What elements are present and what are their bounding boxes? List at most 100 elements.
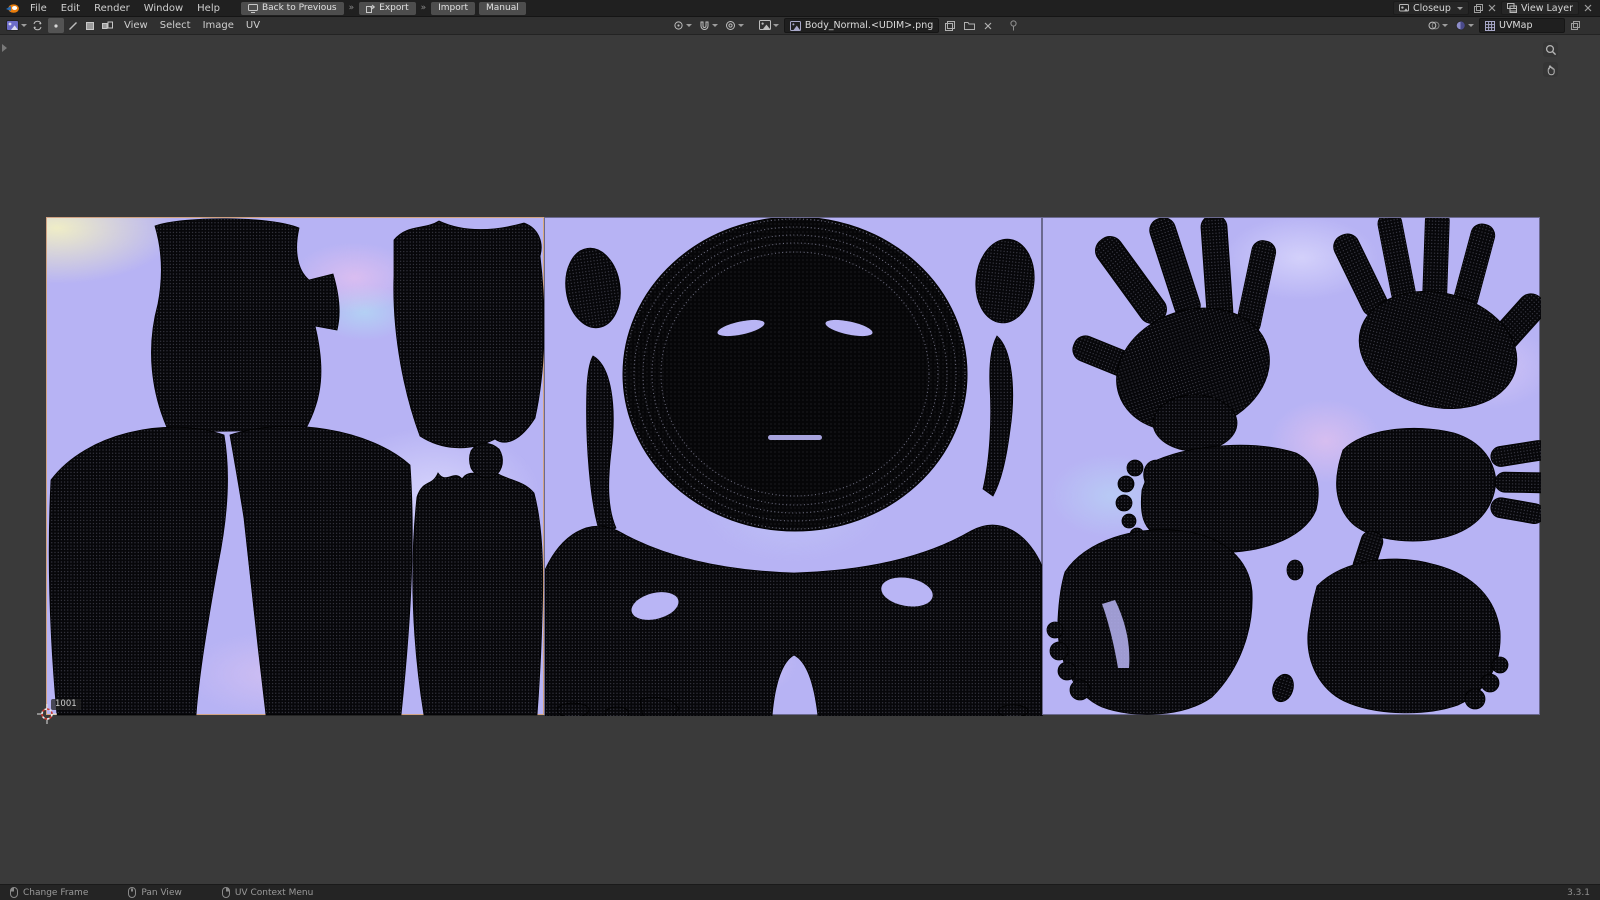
chevron-down-icon [685,24,692,27]
chevron-down-icon [1456,6,1463,10]
back-to-previous-button[interactable]: Back to Previous [240,1,344,15]
zoom-icon[interactable] [1543,42,1558,57]
uv-islands-head [545,218,1043,716]
udim-tile-1002[interactable] [544,217,1043,716]
menu-uv[interactable]: UV [240,20,266,31]
menu-file[interactable]: File [23,3,54,14]
view-layer-selector[interactable]: View Layer [1500,1,1579,15]
browse-image-button[interactable] [757,18,781,33]
image-name: Body_Normal.<UDIM>.png [804,20,934,31]
new-image-button[interactable] [942,18,958,33]
status-change-frame: Change Frame [10,887,88,898]
topbar-menus: File Edit Render Window Help [23,3,227,14]
topbar-right: Closeup View Layer [1393,1,1600,15]
pan-hand-icon[interactable] [1543,62,1558,77]
pivot-point-button[interactable] [671,18,694,33]
workspace-separator: » [348,3,355,13]
uv-island-bit [556,702,590,716]
uv-island-hand-left [1072,218,1277,452]
uv-editor-header: View Select Image UV Body_Normal.<UDIM>.… [0,17,1600,35]
menu-view[interactable]: View [118,20,154,31]
remove-view-layer-icon[interactable] [1584,4,1592,12]
uv-island-hand-side-right [1336,427,1541,577]
uv-island-foot-bottom-left [1046,529,1253,715]
vertex-select-icon [51,21,61,31]
uv-island-scalp-band [545,524,1043,716]
uv-islands-hands-feet [1046,218,1541,715]
cursor-2d [37,704,57,724]
uvmap-copy-button[interactable] [1568,18,1584,33]
uv-island-bit [1272,673,1294,703]
header-right: UVMap [1426,18,1596,33]
region-expand-icon[interactable] [2,44,7,52]
menu-image[interactable]: Image [197,20,240,31]
import-label: Import [438,3,468,13]
export-icon [366,4,376,13]
uv-island-leg-left [48,426,228,716]
uv-sync-toggle[interactable] [29,18,45,33]
display-channels-button[interactable] [1453,18,1476,33]
export-button[interactable]: Export [359,1,416,15]
blender-logo-icon[interactable] [5,3,20,14]
scene-selector[interactable]: Closeup [1393,1,1469,15]
pin-image-button[interactable] [1005,18,1021,33]
open-folder-icon [963,21,975,30]
mouse-left-icon [10,887,18,898]
image-icon [789,20,801,31]
pivot-icon [673,20,684,31]
uv-island-hand-right [1333,218,1541,409]
uv-island-leg-right [229,425,413,716]
uv-island-small [469,442,503,479]
menu-help[interactable]: Help [190,3,227,14]
canvas-tools [1543,42,1558,77]
uvmap-name: UVMap [1498,20,1533,31]
overlay-icon [1428,20,1440,31]
open-image-button[interactable] [961,18,977,33]
menu-edit[interactable]: Edit [54,3,87,14]
editor-type-icon [6,20,19,31]
scene-name: Closeup [1413,2,1451,14]
island-select-button[interactable] [99,18,115,33]
menu-window[interactable]: Window [137,3,190,14]
face-select-button[interactable] [82,18,98,33]
uv-canvas[interactable]: 1001 [0,36,1600,884]
uv-island-foot-bottom-right [1307,558,1509,714]
unlink-scene-icon[interactable] [1488,4,1496,12]
editor-menus: View Select Image UV [118,20,266,31]
unlink-image-button[interactable] [980,18,996,33]
topbar: File Edit Render Window Help Back to Pre… [0,0,1600,17]
uv-select-mode-group [48,18,115,33]
proportional-edit-button[interactable] [723,18,746,33]
import-button[interactable]: Import [431,1,475,15]
manual-button[interactable]: Manual [479,1,526,15]
header-center: Body_Normal.<UDIM>.png [671,18,1021,33]
menu-select[interactable]: Select [154,20,197,31]
unlink-icon [984,22,992,30]
snapping-button[interactable] [697,18,720,33]
manual-label: Manual [486,3,519,13]
uv-grid-icon [1484,20,1495,31]
scene-icon [1399,3,1409,13]
udim-tile-1003[interactable] [1042,217,1541,715]
edge-select-button[interactable] [65,18,81,33]
browse-image-icon [758,20,771,31]
uv-island-ear-right [975,238,1035,324]
uv-island-torso-front [151,218,340,433]
chevron-down-icon [711,24,718,27]
uvmap-selector[interactable]: UVMap [1478,18,1565,33]
status-pan-view: Pan View [128,887,182,898]
status-label: Pan View [141,887,182,898]
editor-type-button[interactable] [4,18,29,33]
image-datablock-field[interactable]: Body_Normal.<UDIM>.png [783,18,940,33]
new-image-icon [945,20,956,31]
udim-tile-1001[interactable]: 1001 [37,217,545,724]
island-select-icon [101,21,113,31]
vertex-select-button[interactable] [48,18,64,33]
back-to-previous-label: Back to Previous [261,3,337,13]
menu-render[interactable]: Render [87,3,137,14]
new-scene-icon[interactable] [1473,3,1483,13]
chevron-down-icon [1441,24,1448,27]
mouse-right-icon [221,887,230,898]
gizmos-button[interactable] [1426,18,1450,33]
chevron-down-icon [21,24,27,27]
